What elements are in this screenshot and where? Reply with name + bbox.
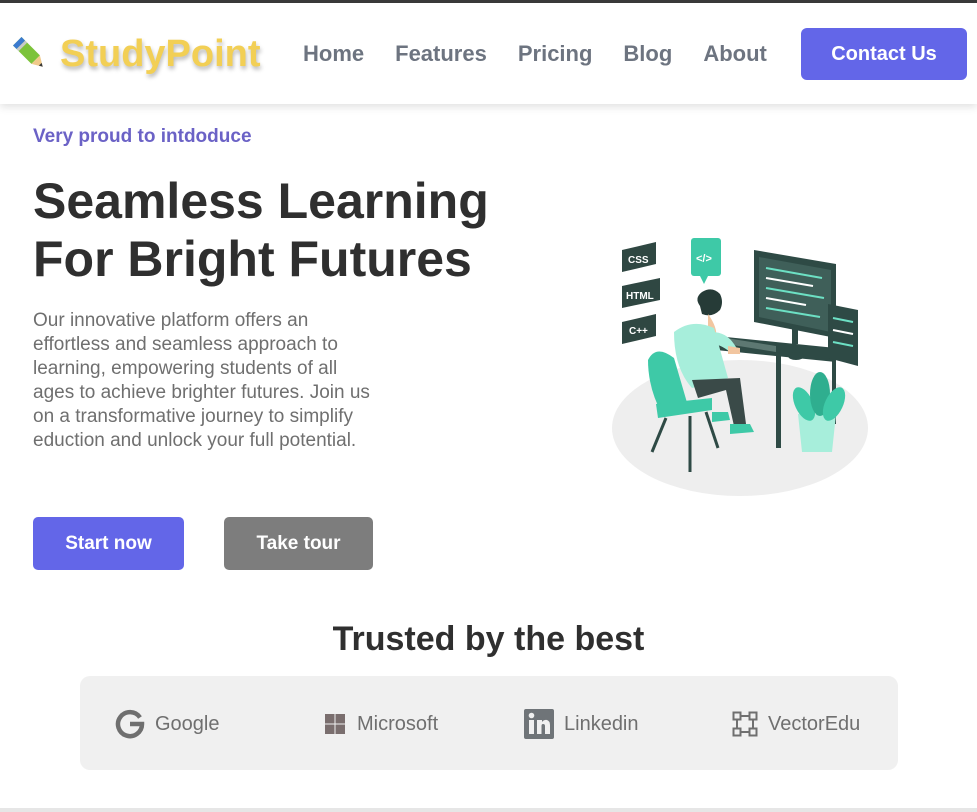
css-tag: CSS (622, 242, 656, 272)
start-now-button[interactable]: Start now (33, 517, 184, 570)
hero-headline-line-2: For Bright Futures (33, 231, 472, 287)
developer-illustration: CSS HTML C++ </> (612, 238, 868, 496)
brand-logo[interactable]: StudyPoint (10, 29, 261, 79)
partner-google: Google (115, 704, 220, 744)
nav-link-home[interactable]: Home (303, 41, 364, 67)
linkedin-icon (524, 709, 554, 739)
hero-headline-line-1: Seamless Learning (33, 173, 489, 229)
hero-description: Our innovative platform offers an effort… (33, 310, 370, 451)
nav-link-pricing[interactable]: Pricing (518, 41, 593, 67)
nav-link-about[interactable]: About (703, 41, 767, 67)
microsoft-icon (325, 714, 345, 734)
monitor (754, 250, 836, 344)
partners-strip: Google Microsoft Linkedin VectorEdu (80, 676, 898, 770)
partner-microsoft: Microsoft (323, 704, 438, 744)
pencil-icon (13, 37, 43, 67)
page-bottom-border (0, 808, 977, 812)
cpp-tag-label: C++ (629, 326, 648, 337)
navbar: StudyPoint Home Features Pricing Blog Ab… (0, 3, 977, 104)
cpp-tag: C++ (622, 314, 656, 344)
partner-name: Google (155, 712, 220, 735)
partner-name: Linkedin (564, 712, 639, 735)
code-bubble: </> (691, 238, 721, 284)
partner-name: VectorEdu (768, 712, 861, 735)
take-tour-button[interactable]: Take tour (224, 517, 373, 570)
trusted-title: Trusted by the best (332, 620, 645, 658)
contact-us-button[interactable]: Contact Us (801, 28, 967, 80)
partner-linkedin: Linkedin (524, 704, 639, 744)
partner-vectoredu: VectorEdu (732, 704, 860, 744)
brand-name: StudyPoint (60, 32, 261, 75)
hero-eyebrow: Very proud to intdoduce (33, 126, 252, 147)
mouse (788, 352, 804, 360)
nav-link-blog[interactable]: Blog (623, 41, 672, 67)
code-bubble-label: </> (696, 253, 712, 265)
partner-name: Microsoft (357, 712, 439, 735)
css-tag-label: CSS (628, 255, 649, 266)
nav-links: Home Features Pricing Blog About (303, 41, 798, 67)
nav-link-features[interactable]: Features (395, 41, 487, 67)
google-icon (115, 709, 145, 739)
side-monitor (828, 304, 858, 366)
hero-headline: Seamless Learning For Bright Futures (33, 172, 489, 288)
html-tag-label: HTML (626, 291, 654, 302)
vector-icon (732, 711, 758, 737)
html-tag: HTML (622, 278, 660, 308)
